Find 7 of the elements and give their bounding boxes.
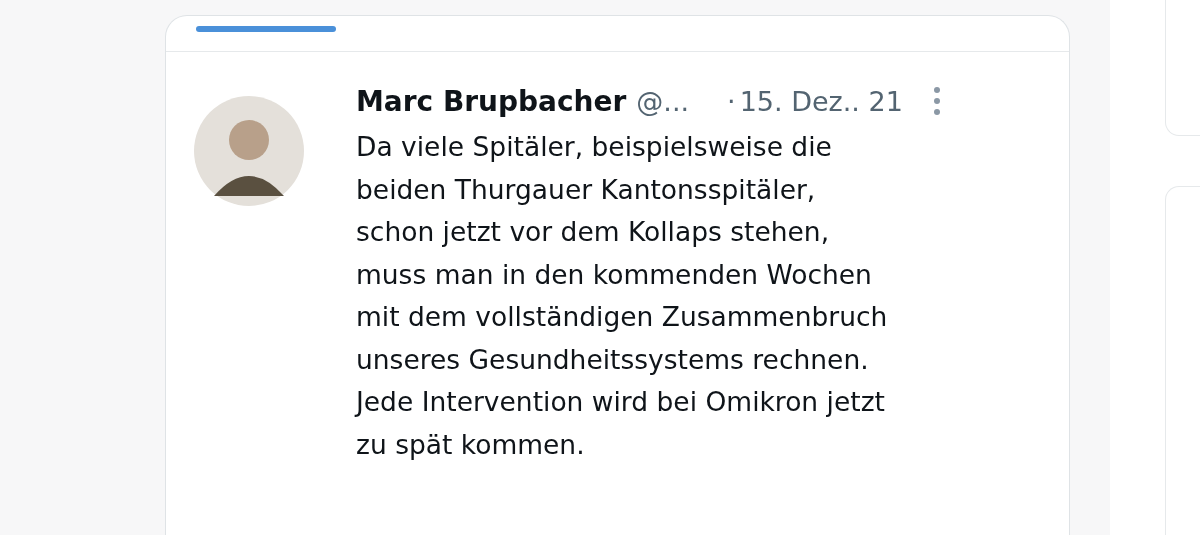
tweet-text: Da viele Spitäler, beispielsweise die beiden Thurgauer Kantonsspitäler, schon jetzt vor dem Kollaps stehen, muss man in den kommenden Wochen mit dem vollständigen Zusammenbruch unseres Gesundheitssystems rechnen. Jede Intervention wird bei Omikron jetzt zu spät kommen.	[356, 130, 889, 462]
author-handle[interactable]: @...	[636, 85, 690, 117]
tweet-date[interactable]: 15. Dez.. 21	[739, 85, 903, 117]
avatar-icon[interactable]	[194, 96, 304, 206]
author-name[interactable]: Marc Brupbacher	[356, 84, 627, 118]
more-icon[interactable]	[932, 86, 941, 116]
separator-dot: ·	[727, 85, 736, 117]
